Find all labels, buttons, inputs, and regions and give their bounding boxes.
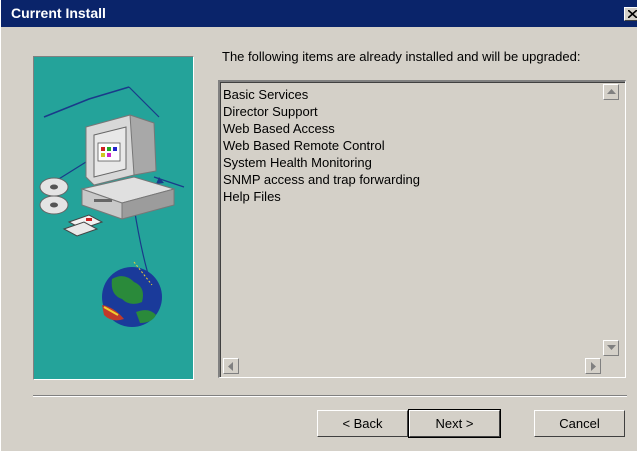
list-item[interactable]: SNMP access and trap forwarding <box>223 171 420 188</box>
scroll-right-button[interactable] <box>585 358 601 374</box>
back-button[interactable]: < Back <box>317 410 408 437</box>
wizard-illustration <box>33 56 194 380</box>
next-button[interactable]: Next > <box>408 409 501 438</box>
list-item[interactable]: System Health Monitoring <box>223 154 420 171</box>
list-item[interactable]: Help Files <box>223 188 420 205</box>
button-divider <box>33 395 627 397</box>
vertical-scrollbar[interactable] <box>603 84 619 358</box>
computer-globe-illustration <box>34 57 193 379</box>
scroll-down-button[interactable] <box>603 340 619 356</box>
arrow-right-icon <box>591 362 596 371</box>
cancel-button[interactable]: Cancel <box>534 410 625 437</box>
install-dialog: Current Install The following items are … <box>0 0 637 451</box>
arrow-down-icon <box>607 345 616 350</box>
title-bar[interactable]: Current Install <box>1 0 637 27</box>
scroll-left-button[interactable] <box>223 358 239 374</box>
scroll-up-button[interactable] <box>603 84 619 100</box>
list-item[interactable]: Web Based Remote Control <box>223 137 420 154</box>
horizontal-scrollbar[interactable] <box>223 358 603 374</box>
installed-items-list[interactable]: Basic Services Director Support Web Base… <box>218 80 626 378</box>
list-item[interactable]: Web Based Access <box>223 120 420 137</box>
close-icon <box>628 10 637 18</box>
intro-text: The following items are already installe… <box>222 49 581 64</box>
window-title: Current Install <box>11 5 106 21</box>
item-list: Basic Services Director Support Web Base… <box>223 86 420 205</box>
arrow-up-icon <box>607 89 616 94</box>
list-item[interactable]: Basic Services <box>223 86 420 103</box>
arrow-left-icon <box>228 362 233 371</box>
close-button[interactable] <box>624 7 637 21</box>
list-item[interactable]: Director Support <box>223 103 420 120</box>
